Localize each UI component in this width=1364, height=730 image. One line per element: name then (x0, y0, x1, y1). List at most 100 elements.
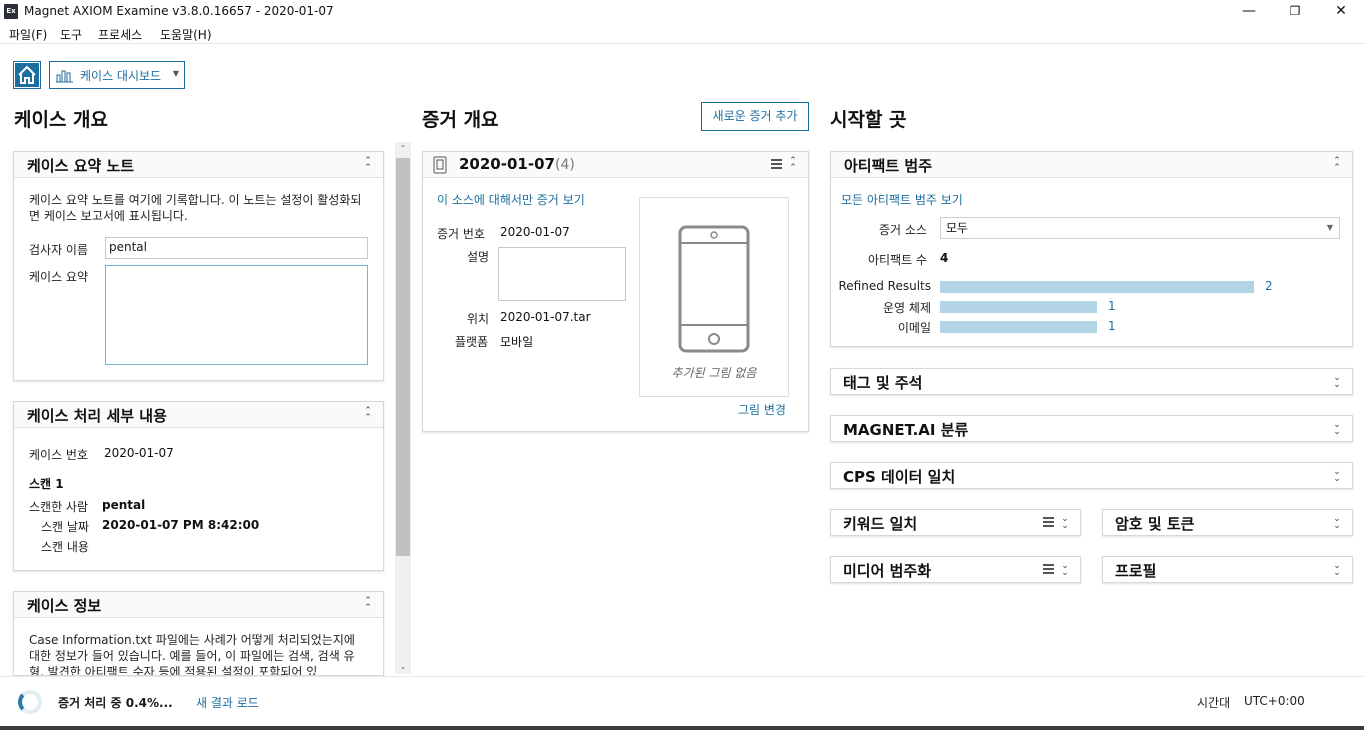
start-here-title: 시작할 곳 (830, 109, 907, 131)
panel-header: 케이스 정보 ⌃ ⌃ (14, 592, 383, 618)
case-info-panel: 케이스 정보 ⌃ ⌃ Case Information.txt 파일에는 사례가 … (13, 591, 384, 676)
magnet-ai-panel[interactable]: MAGNET.AI 분류 ⌄ ⌄ (830, 415, 1353, 442)
bar-label: 운영 체제 (883, 301, 931, 315)
collapse-icon[interactable]: ⌃ ⌃ (1332, 157, 1342, 173)
examiner-label: 검사자 이름 (29, 243, 89, 257)
dashboard-label: 케이스 대시보드 (80, 69, 162, 83)
load-results-link[interactable]: 새 결과 로드 (196, 694, 259, 711)
scroll-down-icon[interactable]: ⌄ (395, 660, 411, 674)
panel-header: 2020-01-07 (4) ⌃ ⌃ (423, 152, 808, 178)
close-button[interactable]: ✕ (1318, 0, 1364, 24)
expand-icon[interactable]: ⌄ ⌄ (1332, 374, 1342, 390)
view-source-evidence-link[interactable]: 이 소스에 대해서만 증거 보기 (437, 191, 585, 208)
collapse-icon[interactable]: ⌃ ⌃ (363, 407, 373, 423)
case-summary-panel: 케이스 요약 노트 ⌃ ⌃ 케이스 요약 노트를 여기에 기록합니다. 이 노트는… (13, 151, 384, 381)
scroll-up-icon[interactable]: ⌃ (395, 142, 411, 156)
menu-tools[interactable]: 도구 (60, 26, 82, 43)
app-icon: Ex (4, 4, 18, 19)
evidence-source-panel: 2020-01-07 (4) ⌃ ⌃ 이 소스에 대해서만 증거 보기 증거 번호… (422, 151, 809, 432)
tags-panel[interactable]: 태그 및 주석 ⌄ ⌄ (830, 368, 1353, 395)
expand-icon[interactable]: ⌄ ⌄ (1332, 562, 1342, 578)
scanned-by-value: pental (102, 498, 146, 512)
change-image-link[interactable]: 그림 변경 (738, 401, 786, 418)
scroll-thumb[interactable] (396, 158, 410, 556)
window-title: Magnet AXIOM Examine v3.8.0.16657 - 2020… (24, 4, 334, 18)
artifact-categories-panel: 아티팩트 범주 ⌃ ⌃ 모든 아티팩트 범주 보기 증거 소스 모두 ▼ 아티팩트… (830, 151, 1353, 347)
keyword-panel[interactable]: 키워드 일치 ⌄ ⌄ (830, 509, 1081, 536)
title-bar: Ex Magnet AXIOM Examine v3.8.0.16657 - 2… (0, 0, 1364, 24)
processing-status: 증거 처리 중 0.4%... (58, 696, 173, 710)
scan-date-value: 2020-01-07 PM 8:42:00 (102, 518, 260, 532)
timezone-label: 시간대 (1197, 696, 1231, 710)
menu-help[interactable]: 도움말(H) (160, 26, 212, 43)
no-image-text: 추가된 그림 없음 (671, 366, 757, 380)
expand-icon[interactable]: ⌄ ⌄ (1060, 515, 1070, 531)
location-value: 2020-01-07.tar (500, 310, 591, 324)
examiner-input[interactable]: pental (105, 237, 368, 259)
description-field[interactable] (498, 247, 626, 301)
evidence-overview-title: 증거 개요 (422, 109, 499, 131)
panel-title: 프로필 (1115, 562, 1157, 580)
category-bar[interactable] (940, 321, 1097, 333)
menu-icon[interactable] (1043, 517, 1054, 527)
crypto-panel[interactable]: 암호 및 토큰 ⌄ ⌄ (1102, 509, 1353, 536)
status-bar: 증거 처리 중 0.4%... 새 결과 로드 시간대 UTC+0:00 (0, 676, 1364, 726)
menu-process[interactable]: 프로세스 (98, 26, 142, 43)
platform-label: 플랫폼 (455, 335, 489, 349)
panel-title: 케이스 정보 (27, 597, 102, 615)
source-name: 2020-01-07 (459, 155, 555, 173)
panel-title: 키워드 일치 (843, 515, 918, 533)
summary-label: 케이스 요약 (29, 270, 89, 284)
view-all-categories-link[interactable]: 모든 아티팩트 범주 보기 (841, 191, 963, 208)
minimize-button[interactable]: — (1226, 0, 1272, 24)
media-panel[interactable]: 미디어 범주화 ⌄ ⌄ (830, 556, 1081, 583)
cps-panel[interactable]: CPS 데이터 일치 ⌄ ⌄ (830, 462, 1353, 489)
add-evidence-button[interactable]: 새로운 증거 추가 (701, 102, 809, 131)
panel-title: MAGNET.AI 분류 (843, 421, 969, 439)
scanned-by-label: 스캔한 사람 (29, 500, 89, 514)
panel-title: 미디어 범주화 (843, 562, 932, 580)
scan-content-label: 스캔 내용 (41, 540, 89, 554)
bar-value[interactable]: 1 (1108, 299, 1116, 313)
evidence-number-label: 증거 번호 (437, 227, 485, 241)
expand-icon[interactable]: ⌄ ⌄ (1332, 468, 1342, 484)
restore-button[interactable]: ❐ (1272, 0, 1318, 24)
mobile-device-icon (678, 225, 750, 353)
case-overview-title: 케이스 개요 (14, 109, 109, 131)
vertical-scrollbar[interactable]: ⌃ ⌄ (395, 142, 411, 674)
bar-value[interactable]: 2 (1265, 279, 1273, 293)
summary-textarea[interactable] (105, 265, 368, 365)
expand-icon[interactable]: ⌄ ⌄ (1060, 562, 1070, 578)
panel-header: 아티팩트 범주 ⌃ ⌃ (831, 152, 1352, 178)
evidence-source-label: 증거 소스 (879, 223, 927, 237)
category-bar[interactable] (940, 281, 1254, 293)
expand-icon[interactable]: ⌄ ⌄ (1332, 421, 1342, 437)
phone-icon (433, 156, 447, 174)
panel-title: CPS 데이터 일치 (843, 468, 956, 486)
category-bar[interactable] (940, 301, 1097, 313)
evidence-source-select[interactable]: 모두 ▼ (940, 217, 1340, 239)
menu-file[interactable]: 파일(F) (9, 26, 47, 43)
menu-icon[interactable] (771, 159, 782, 169)
home-button[interactable] (13, 61, 41, 89)
processing-spinner-icon (18, 690, 42, 714)
bar-value[interactable]: 1 (1108, 319, 1116, 333)
case-dashboard-dropdown[interactable]: 케이스 대시보드 ▼ (49, 61, 185, 89)
chevron-down-icon: ▼ (1326, 223, 1333, 232)
panel-title: 케이스 처리 세부 내용 (27, 407, 167, 425)
profile-panel[interactable]: 프로필 ⌄ ⌄ (1102, 556, 1353, 583)
scan-date-label: 스캔 날짜 (41, 520, 89, 534)
collapse-icon[interactable]: ⌃ ⌃ (788, 157, 798, 173)
panel-title: 아티팩트 범주 (844, 157, 933, 175)
case-processing-panel: 케이스 처리 세부 내용 ⌃ ⌃ 케이스 번호 2020-01-07 스캔 1 스… (13, 401, 384, 571)
collapse-icon[interactable]: ⌃ ⌃ (363, 157, 373, 173)
bar-chart-icon (56, 70, 73, 83)
collapse-icon[interactable]: ⌃ ⌃ (363, 597, 373, 613)
panel-title: 태그 및 주석 (843, 374, 923, 392)
panel-header: 케이스 처리 세부 내용 ⌃ ⌃ (14, 402, 383, 428)
menu-icon[interactable] (1043, 564, 1054, 574)
case-info-description: Case Information.txt 파일에는 사례가 어떻게 처리되었는지… (29, 633, 355, 676)
expand-icon[interactable]: ⌄ ⌄ (1332, 515, 1342, 531)
bar-label: Refined Results (838, 279, 932, 293)
source-count: (4) (555, 157, 575, 173)
